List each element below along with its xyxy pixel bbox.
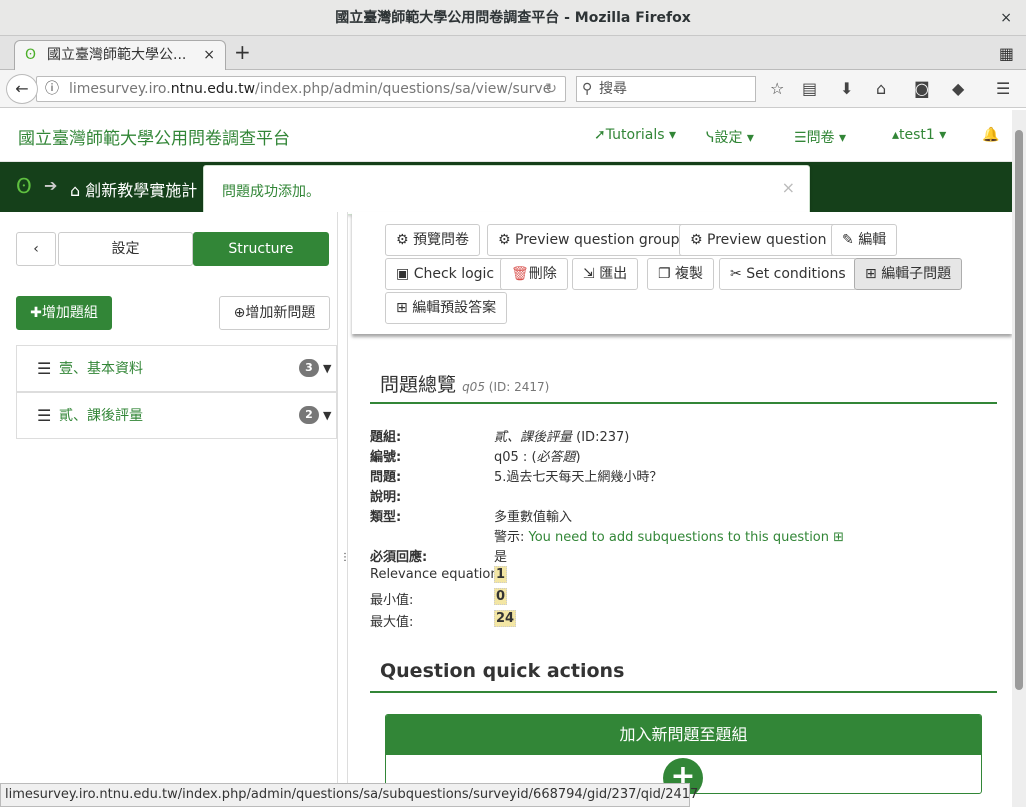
- edit-subquestions-button[interactable]: ⊞ 編輯子問題: [854, 258, 963, 290]
- extension-icon[interactable]: ◆: [952, 79, 964, 98]
- add-question-button[interactable]: ⊕增加新問題: [219, 296, 330, 330]
- tab-overview-icon[interactable]: ▦: [999, 44, 1014, 63]
- divider: [370, 402, 997, 404]
- drag-handle-icon[interactable]: ☰: [37, 346, 51, 392]
- field-label: 題組:: [370, 430, 402, 445]
- caret-down-icon[interactable]: ▼: [323, 393, 331, 439]
- page-title: 問題總覽 q05 (ID: 2417): [380, 374, 550, 396]
- trash-icon: 🗑: [511, 266, 529, 282]
- add-question-panel[interactable]: 加入新問題至題組 +: [385, 714, 982, 794]
- search-input[interactable]: ⚲ 搜尋: [576, 76, 756, 102]
- nav-settings[interactable]: ᓭ設定 ▾: [706, 127, 754, 147]
- caret-down-icon[interactable]: ▼: [323, 346, 331, 392]
- preview-group-button[interactable]: ⚙ Preview question group: [487, 224, 691, 256]
- panel-title: 加入新問題至題組: [386, 715, 981, 755]
- limesurvey-logo-icon: ʘ: [16, 174, 32, 198]
- field-value: 多重數值輸入: [494, 510, 573, 525]
- user-icon: ▴: [892, 127, 900, 143]
- preview-survey-button[interactable]: ⚙ 預覽問卷: [385, 224, 481, 256]
- tab-close-icon[interactable]: ×: [203, 41, 215, 69]
- tab-title: 國立臺灣師範大學公...: [47, 47, 187, 63]
- field-label: 問題:: [370, 470, 402, 485]
- alert-close-icon[interactable]: ×: [782, 178, 795, 197]
- field-label: 最大值:: [370, 615, 414, 630]
- copy-button[interactable]: ❐ 複製: [647, 258, 715, 290]
- edit-button[interactable]: ✎ 編輯: [831, 224, 898, 256]
- field-value: 是: [494, 550, 508, 565]
- scrollbar-thumb[interactable]: [1015, 130, 1023, 690]
- status-bar: limesurvey.iro.ntnu.edu.tw/index.php/adm…: [0, 783, 698, 807]
- check-logic-button[interactable]: ▣ Check logic: [385, 258, 506, 290]
- count-badge: 3: [299, 359, 319, 377]
- field-label: 說明:: [370, 490, 402, 505]
- nav-user[interactable]: ▴test1 ▾: [892, 127, 946, 143]
- field-value: 5.過去七天每天上網幾小時？: [494, 470, 663, 485]
- alert-message: 問題成功添加。: [222, 184, 320, 200]
- window-title: 國立臺灣師範大學公用問卷調查平台 - Mozilla Firefox: [335, 10, 691, 26]
- relevance-value: 1: [494, 566, 508, 583]
- field-label: Relevance equation:: [370, 567, 503, 582]
- list-item[interactable]: ☰ 壹、基本資料 3 ▼: [16, 345, 337, 392]
- add-group-button[interactable]: ✚增加題組: [16, 296, 112, 330]
- drag-handle-icon[interactable]: ☰: [37, 393, 51, 439]
- window-close-button[interactable]: ×: [1000, 0, 1012, 36]
- breadcrumb[interactable]: ⌂ 創新教學實施計: [70, 177, 197, 201]
- subquestions-grid-icon[interactable]: ⊞: [833, 530, 844, 545]
- success-alert: 問題成功添加。 ×: [203, 165, 810, 215]
- home-icon: ⌂: [70, 181, 81, 200]
- drag-dots-icon: ⋮: [340, 552, 350, 563]
- field-value: 貳、課後評量 (ID:237): [494, 430, 630, 445]
- bookmark-star-icon[interactable]: ☆: [770, 79, 784, 98]
- nav-surveys[interactable]: ☰問卷 ▾: [794, 127, 846, 147]
- search-icon: ⚲: [582, 81, 593, 97]
- tab-settings[interactable]: 設定: [58, 232, 193, 266]
- reload-icon[interactable]: ↻: [545, 77, 557, 101]
- field-label: 必須回應:: [370, 550, 428, 565]
- max-value: 24: [494, 610, 517, 627]
- list-icon: ☰: [794, 130, 807, 146]
- home-icon[interactable]: ⌂: [876, 79, 886, 98]
- sidebar: ‹ 設定 Structure ✚增加題組 ⊕增加新問題 ☰ 壹、基本資料 3 ▼ ☰ 貳…: [0, 212, 337, 784]
- sidebar-collapse-button[interactable]: ‹: [16, 232, 56, 266]
- min-value: 0: [494, 588, 508, 605]
- scrollbar[interactable]: [1012, 110, 1026, 807]
- pocket-icon[interactable]: ◙: [914, 79, 930, 98]
- count-badge: 2: [299, 406, 319, 424]
- export-button[interactable]: ⇲ 匯出: [572, 258, 639, 290]
- field-label: 類型:: [370, 510, 402, 525]
- field-label: 編號:: [370, 450, 402, 465]
- tab-strip: ʘ 國立臺灣師範大學公... × + ▦: [0, 36, 1026, 70]
- set-conditions-button[interactable]: ✂ Set conditions: [719, 258, 857, 290]
- window-titlebar: 國立臺灣師範大學公用問卷調查平台 - Mozilla Firefox ×: [0, 0, 1026, 36]
- sidebar-resize-handle[interactable]: ⋮: [337, 212, 350, 784]
- quick-actions-title: Question quick actions: [380, 660, 625, 682]
- bell-icon[interactable]: 🔔: [982, 127, 999, 143]
- edit-default-answers-button[interactable]: ⊞ 編輯預設答案: [385, 292, 508, 324]
- nav-toolbar: ⓘ limesurvey.iro.ntnu.edu.tw/index.php/ad…: [0, 70, 1026, 108]
- rocket-icon: ➚: [594, 127, 606, 143]
- divider: [370, 691, 997, 693]
- menu-icon[interactable]: ☰: [996, 79, 1010, 98]
- download-icon[interactable]: ⬇: [840, 79, 853, 98]
- warning-text: 警示: You need to add subquestions to this…: [494, 530, 845, 545]
- list-item[interactable]: ☰ 貳、課後評量 2 ▼: [16, 392, 337, 439]
- url-bar[interactable]: ⓘ limesurvey.iro.ntnu.edu.tw/index.php/ad…: [36, 76, 566, 102]
- preview-question-button[interactable]: ⚙ Preview question: [679, 224, 838, 256]
- info-icon[interactable]: ⓘ: [45, 77, 59, 101]
- tab-structure[interactable]: Structure: [193, 232, 329, 266]
- browser-tab[interactable]: ʘ 國立臺灣師範大學公... ×: [14, 40, 226, 70]
- question-toolbar: ⚙ 預覽問卷 ⚙ Preview question group ⚙ Previe…: [352, 212, 1012, 334]
- delete-button[interactable]: 🗑刪除: [500, 258, 568, 290]
- reading-list-icon[interactable]: ▤: [802, 79, 817, 98]
- new-tab-button[interactable]: +: [234, 40, 251, 64]
- arrow-right-icon: ➔: [44, 176, 58, 195]
- app-header: 國立臺灣師範大學公用問卷調查平台 ➚Tutorials ▾ ᓭ設定 ▾ ☰問卷 …: [0, 110, 1012, 162]
- nav-tutorials[interactable]: ➚Tutorials ▾: [594, 127, 676, 143]
- field-label: 最小值:: [370, 593, 414, 608]
- limesurvey-favicon-icon: ʘ: [25, 47, 37, 63]
- back-button[interactable]: ←: [6, 74, 38, 104]
- field-value: q05 : (必答題): [494, 450, 581, 465]
- site-brand[interactable]: 國立臺灣師範大學公用問卷調查平台: [18, 124, 290, 149]
